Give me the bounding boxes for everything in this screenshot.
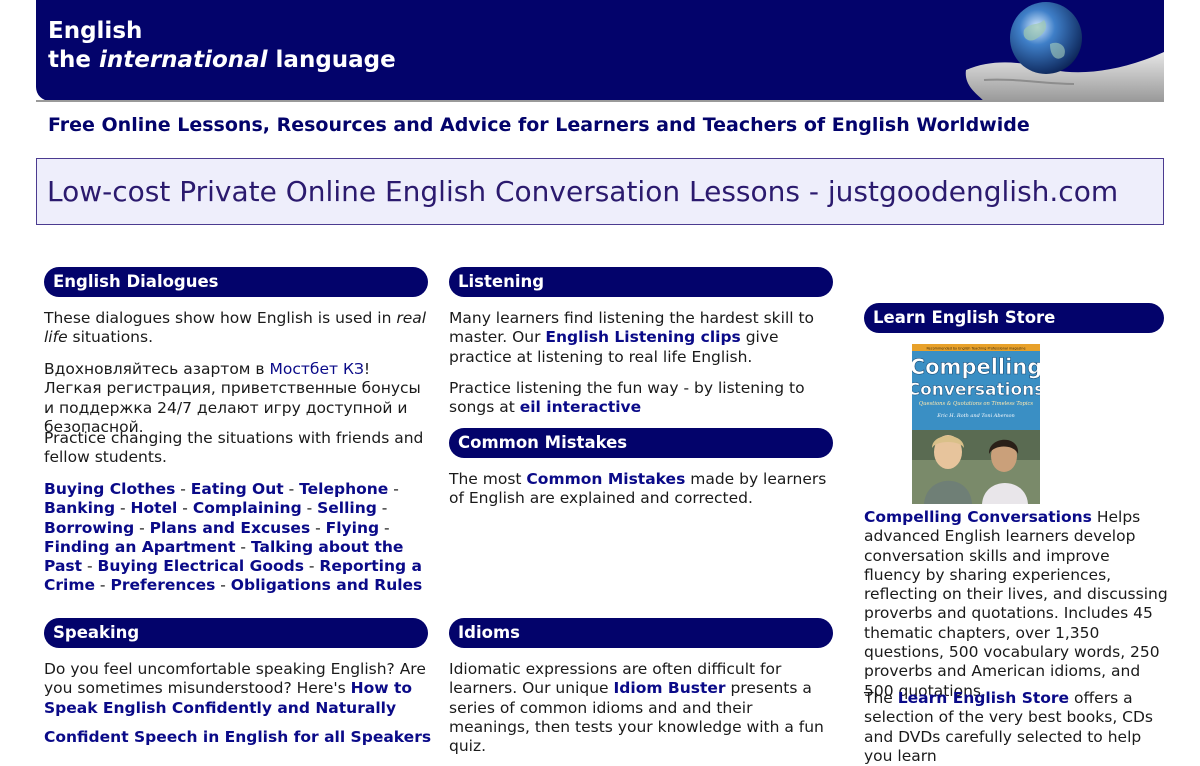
dialogue-link-preferences[interactable]: Preferences xyxy=(110,576,215,594)
dialogues-heading: English Dialogues xyxy=(44,267,428,297)
store-book-description: Compelling Conversations Helps advanced … xyxy=(864,508,1168,700)
learn-english-store-link[interactable]: Learn English Store xyxy=(898,689,1069,707)
dialogue-link-buying-electrical-goods[interactable]: Buying Electrical Goods xyxy=(98,557,304,575)
dialogue-link-banking[interactable]: Banking xyxy=(44,499,115,517)
site-banner: English the international language xyxy=(36,0,1164,101)
globe-in-hand-icon xyxy=(965,2,1164,101)
book-subtitle: Questions & Quotations on Timeless Topic… xyxy=(919,401,1034,407)
book-cover-image[interactable]: Recommended by English Teaching Professi… xyxy=(912,344,1040,504)
promo-link[interactable]: Low-cost Private Online English Conversa… xyxy=(47,175,1118,208)
dialogue-link-telephone[interactable]: Telephone xyxy=(299,480,388,498)
dialogue-link-buying-clothes[interactable]: Buying Clothes xyxy=(44,480,175,498)
dialogue-link-eating-out[interactable]: Eating Out xyxy=(191,480,284,498)
eil-interactive-link[interactable]: eil interactive xyxy=(520,398,641,416)
book-top-line: Recommended by English Teaching Professi… xyxy=(926,347,1025,351)
dialogue-link-flying[interactable]: Flying xyxy=(326,519,379,537)
site-title-line1: English xyxy=(48,18,143,44)
listening-intro: Many learners find listening the hardest… xyxy=(449,309,815,366)
site-tagline: Free Online Lessons, Resources and Advic… xyxy=(48,114,1030,136)
listening-heading: Listening xyxy=(449,267,833,297)
store-intro: The Learn English Store offers a selecti… xyxy=(864,689,1154,765)
dialogues-sponsor-text: Вдохновляйтесь азартом в Мостбет КЗ! Лег… xyxy=(44,360,421,436)
book-authors: Eric H. Roth and Toni Aberson xyxy=(936,413,1014,419)
confident-speech-link[interactable]: Confident Speech in English for all Spea… xyxy=(44,728,431,746)
dialogue-link-obligations-and-rules[interactable]: Obligations and Rules xyxy=(231,576,423,594)
dialogue-link-selling[interactable]: Selling xyxy=(317,499,377,517)
dialogue-link-complaining[interactable]: Complaining xyxy=(193,499,302,517)
dialogue-link-plans-and-excuses[interactable]: Plans and Excuses xyxy=(150,519,311,537)
dialogue-link-hotel[interactable]: Hotel xyxy=(131,499,178,517)
banner-divider xyxy=(36,100,1164,102)
compelling-conversations-link[interactable]: Compelling Conversations xyxy=(864,508,1092,526)
idioms-heading: Idioms xyxy=(449,618,833,648)
idiom-buster-link[interactable]: Idiom Buster xyxy=(614,679,726,697)
listening-songs: Practice listening the fun way - by list… xyxy=(449,379,805,417)
book-title-line1: Compelling xyxy=(912,355,1040,379)
dialogues-practice-text: Practice changing the situations with fr… xyxy=(44,429,424,467)
idioms-intro: Idiomatic expressions are often difficul… xyxy=(449,660,824,756)
dialogue-link-finding-an-apartment[interactable]: Finding an Apartment xyxy=(44,538,235,556)
site-title[interactable]: English the international language xyxy=(48,17,396,75)
speaking-more: Confident Speech in English for all Spea… xyxy=(44,728,434,747)
dialogues-intro: These dialogues show how English is used… xyxy=(44,309,427,347)
sponsor-link[interactable]: Мостбет КЗ xyxy=(269,360,363,378)
listening-clips-link[interactable]: English Listening clips xyxy=(545,328,740,346)
dialogue-link-borrowing[interactable]: Borrowing xyxy=(44,519,134,537)
speaking-heading: Speaking xyxy=(44,618,428,648)
dialogues-link-list: Buying Clothes - Eating Out - Telephone … xyxy=(44,480,423,595)
promo-box: Low-cost Private Online English Conversa… xyxy=(36,158,1164,225)
common-mistakes-link[interactable]: Common Mistakes xyxy=(526,470,685,488)
mistakes-intro: The most Common Mistakes made by learner… xyxy=(449,470,827,508)
book-title-line2: Conversations xyxy=(912,380,1040,400)
speaking-intro: Do you feel uncomfortable speaking Engli… xyxy=(44,660,426,717)
site-title-line2: the international language xyxy=(48,47,396,73)
store-heading: Learn English Store xyxy=(864,303,1164,333)
mistakes-heading: Common Mistakes xyxy=(449,428,833,458)
title-emphasis: international xyxy=(98,47,268,73)
